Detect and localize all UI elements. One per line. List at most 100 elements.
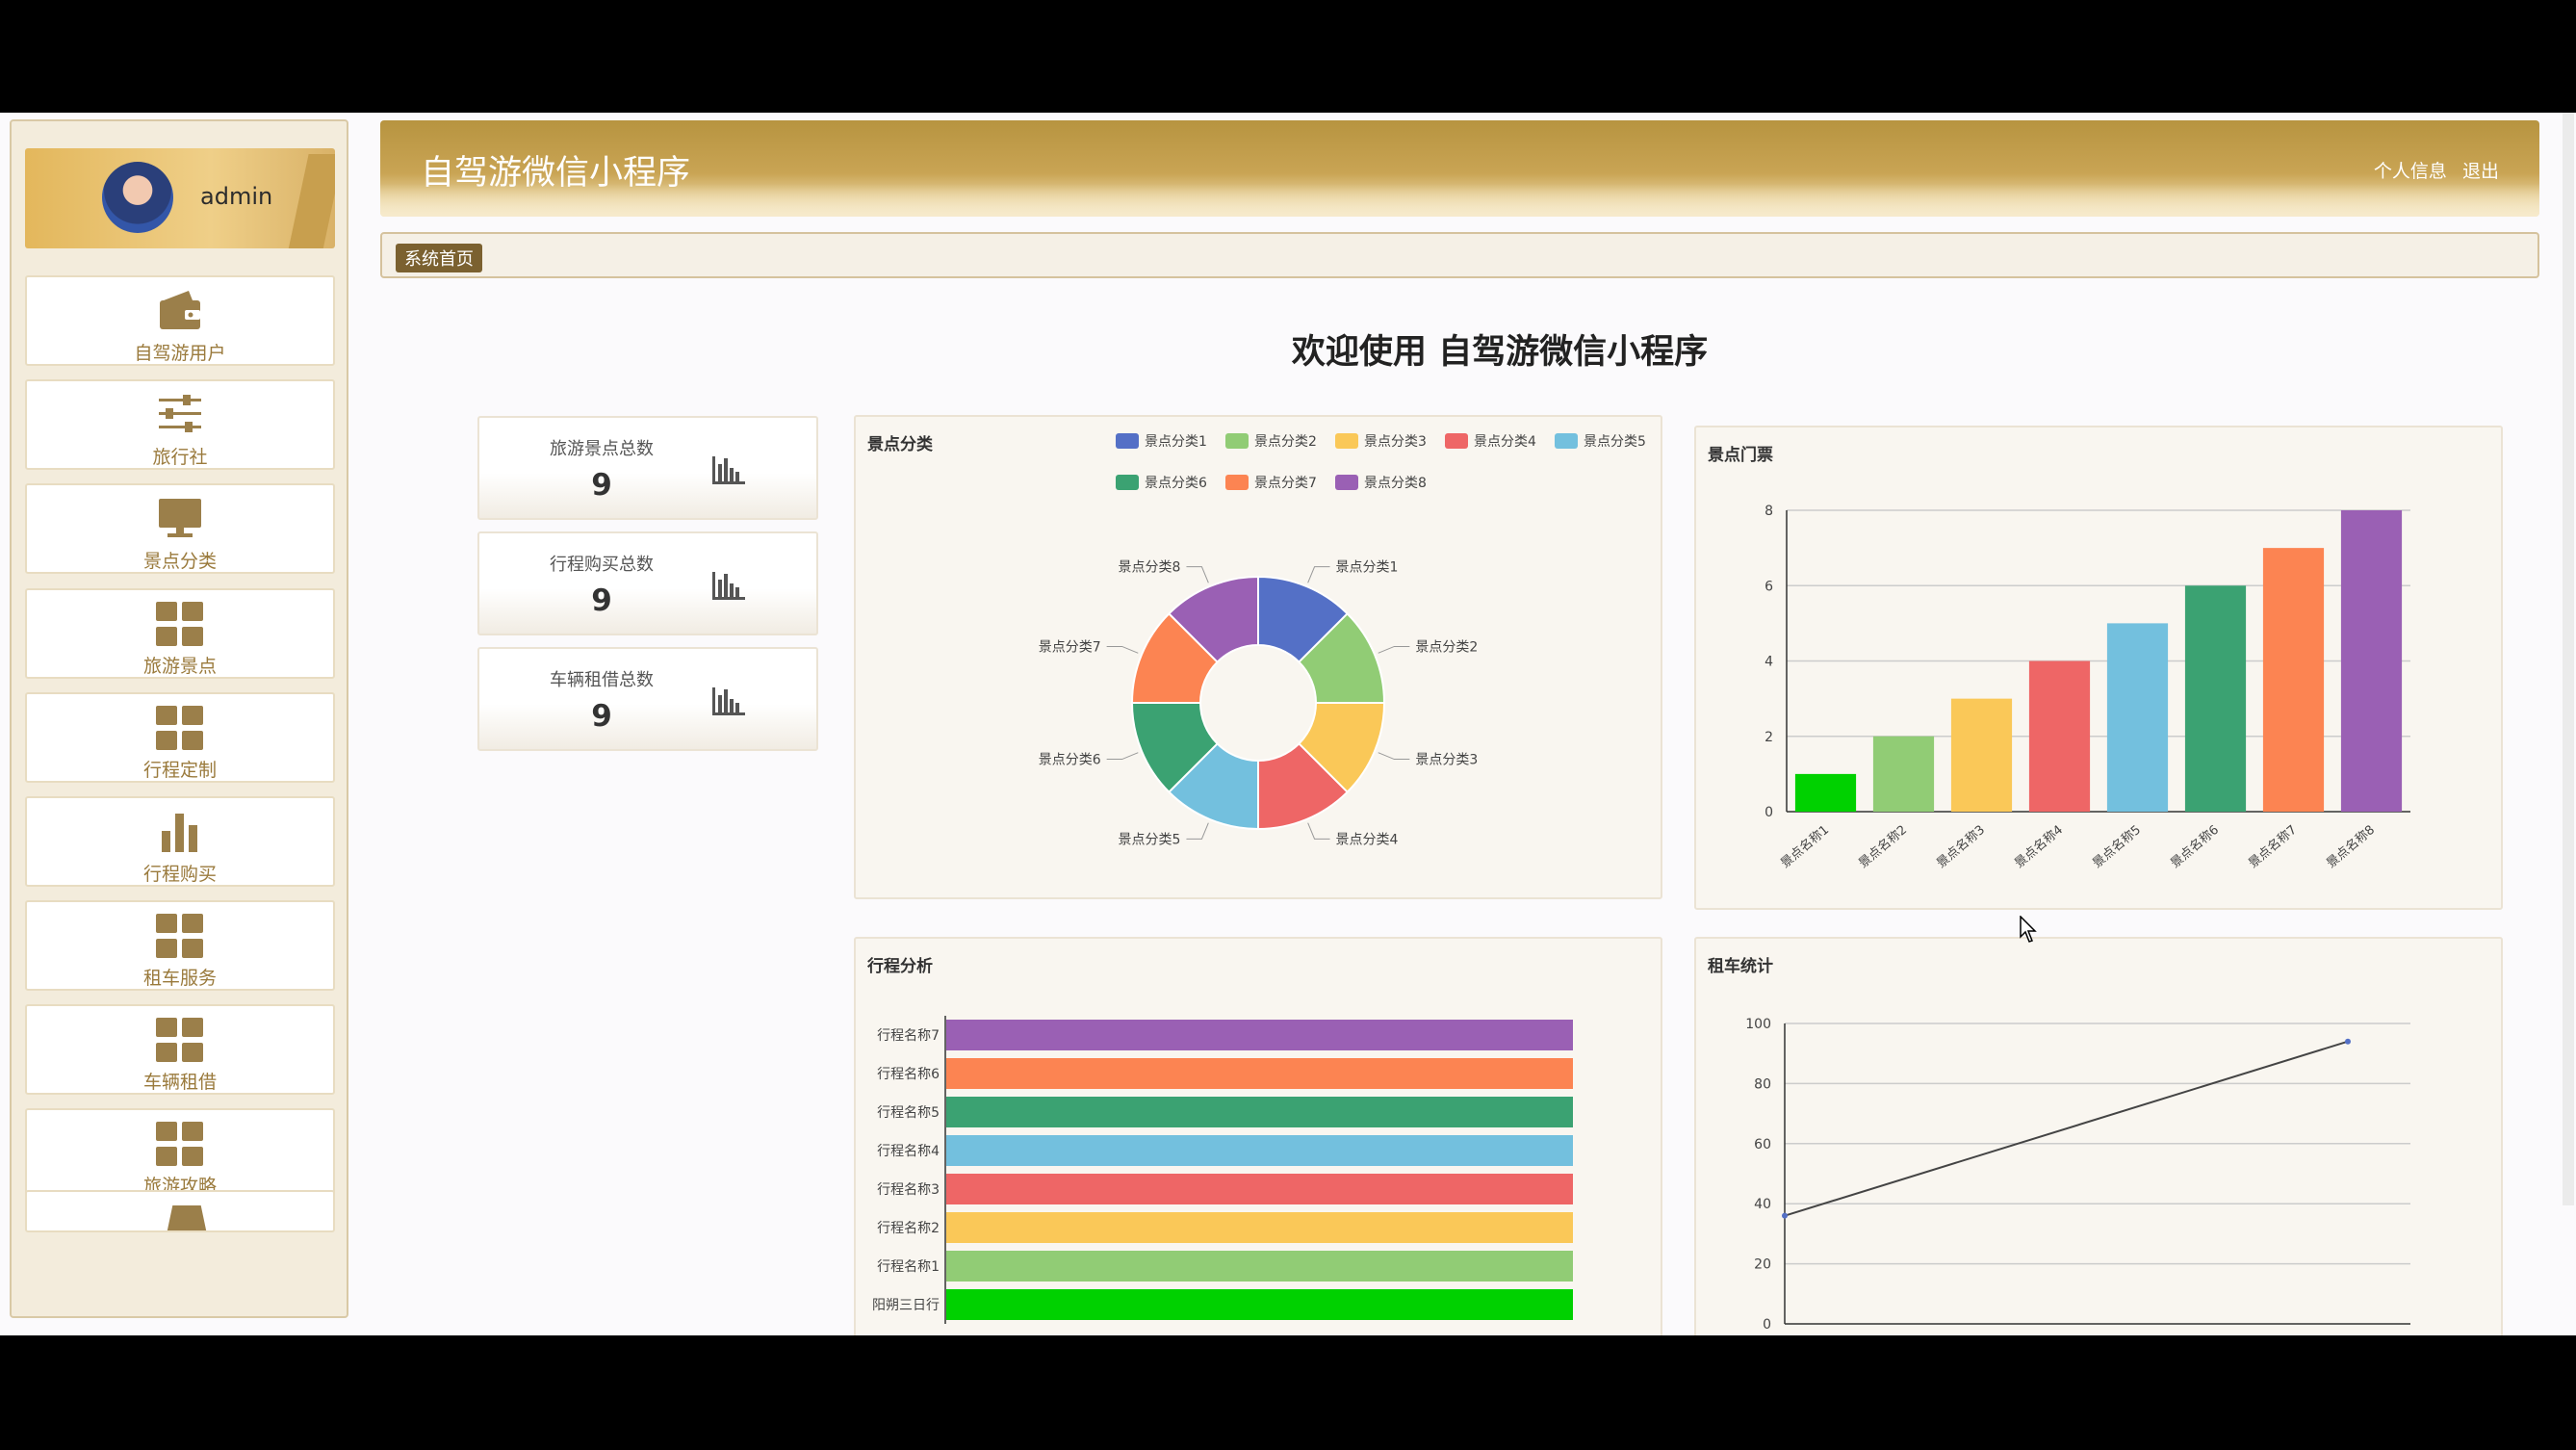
y-tick-label: 60: [1754, 1137, 1771, 1152]
pie-label: 景点分类3: [1415, 753, 1478, 768]
y-tick-label: 4: [1765, 655, 1773, 670]
chart-panel-trips: 行程分析 阳朔三日行 行程名称1 行程名称2 行程名称3 行程名称4 行程名称5 行程名称6…: [854, 937, 1662, 1335]
y-tick-label: 80: [1754, 1076, 1771, 1092]
breadcrumb-home[interactable]: 系统首页: [396, 244, 482, 272]
bar: [946, 1212, 1573, 1243]
bar: [946, 1174, 1573, 1204]
sliders-icon: [156, 393, 204, 437]
legend-swatch: [1225, 475, 1249, 490]
y-tick-label: 100: [1745, 1017, 1771, 1032]
welcome-title: 欢迎使用 自驾游微信小程序: [1291, 333, 1709, 372]
sidebar: admin 自驾游用户 旅行社 景点分类 旅游景点 行程定制 行程购买 租车服务 车辆租借 旅游…: [10, 119, 348, 1318]
legend-label: 景点分类1: [1145, 434, 1207, 450]
sidebar-item-2[interactable]: 旅行社: [25, 379, 335, 470]
y-tick-label: 8: [1765, 504, 1773, 519]
x-tick-label: 景点名称5: [2090, 822, 2144, 871]
stat-value: 9: [591, 468, 612, 503]
vertical-scrollbar[interactable]: [2563, 113, 2574, 1205]
bar: [946, 1251, 1573, 1282]
sidebar-item-5[interactable]: 行程定制: [25, 692, 335, 783]
bar-chart-icon: [156, 810, 204, 854]
avatar[interactable]: [102, 162, 173, 233]
y-tick-label: 行程名称6: [877, 1067, 940, 1082]
bar-chart: 0 2 4 6 8 景点名称1 景点名称2 景点名称3 景点名称4 景点名称5 景点名称6 景点名称7…: [1765, 504, 2410, 871]
sidebar-item-label: 景点分类: [142, 551, 217, 572]
user-card: admin: [25, 148, 335, 248]
y-tick-label: 行程名称3: [877, 1182, 940, 1198]
sidebar-item-label: 车辆租借: [142, 1072, 217, 1093]
legend-label: 景点分类5: [1584, 434, 1646, 450]
pie-label: 景点分类1: [1336, 560, 1399, 576]
pie-label: 景点分类2: [1415, 639, 1478, 655]
stat-title: 旅游景点总数: [550, 439, 654, 459]
sidebar-item-7[interactable]: 租车服务: [25, 900, 335, 991]
sidebar-item-label: 行程定制: [142, 760, 217, 781]
sidebar-item-label: 租车服务: [142, 968, 217, 989]
stat-value: 9: [591, 583, 612, 618]
y-tick-label: 阳朔三日行: [872, 1298, 940, 1313]
header-links: 个人信息 退出: [2364, 157, 2499, 183]
legend-swatch: [1225, 433, 1249, 449]
y-tick-label: 行程名称5: [877, 1105, 940, 1121]
y-tick-label: 6: [1765, 579, 1773, 594]
legend-label: 景点分类7: [1254, 476, 1317, 491]
bar: [946, 1135, 1573, 1166]
grid-icon: [156, 1018, 204, 1062]
y-tick-label: 行程名称7: [877, 1028, 940, 1044]
sidebar-item-partial[interactable]: [25, 1190, 335, 1232]
sidebar-item-label: 行程购买: [142, 864, 217, 885]
legend-swatch: [1116, 475, 1139, 490]
y-tick-label: 40: [1754, 1197, 1771, 1212]
x-tick-label: 景点名称3: [1934, 822, 1988, 871]
mouse-cursor-icon: [2020, 916, 2037, 943]
pie-chart: 景点分类1 景点分类2 景点分类3 景点分类4 景点分类5 景点分类6 景点分类7 景点分类8…: [1039, 433, 1646, 847]
series-line: [1784, 1040, 2349, 1217]
grid-icon: [156, 602, 204, 646]
bar: [1950, 698, 2013, 812]
sidebar-item-8[interactable]: 车辆租借: [25, 1004, 335, 1095]
app-screen: admin 自驾游用户 旅行社 景点分类 旅游景点 行程定制 行程购买 租车服务 车辆租借 旅游…: [0, 113, 2576, 1335]
sidebar-item-4[interactable]: 旅游景点: [25, 588, 335, 679]
bar-chart-icon: [712, 572, 745, 600]
line-chart: 0 20 40 60 80 100: [1745, 1017, 2410, 1333]
chart-panel-category: 景点分类 景点分类1 景点分类2 景点分类3 景点分类4 景点分类5 景点分类6 景点分类7…: [854, 415, 1662, 899]
sidebar-item-label: 旅行社: [152, 447, 208, 468]
bar: [2340, 510, 2403, 812]
pie-label-line: [1378, 645, 1410, 654]
breadcrumb-bar: 系统首页: [380, 232, 2539, 278]
username: admin: [200, 183, 273, 210]
x-tick-label: 景点名称1: [1778, 822, 1832, 871]
sidebar-item-label: 旅游景点: [142, 656, 217, 677]
header-banner: 自驾游微信小程序 个人信息 退出: [380, 120, 2539, 217]
bar-chart-icon: [712, 687, 745, 715]
pie-label: 景点分类4: [1336, 832, 1399, 847]
logout-link[interactable]: 退出: [2462, 161, 2499, 182]
horizontal-bar-chart: 阳朔三日行 行程名称1 行程名称2 行程名称3 行程名称4 行程名称5 行程名称6 行程名称7: [872, 1016, 1573, 1324]
y-tick-label: 行程名称4: [877, 1144, 940, 1159]
user-card-tab: [288, 154, 335, 248]
legend-label: 景点分类6: [1145, 476, 1207, 491]
grid-icon: [156, 706, 204, 750]
bar: [1794, 773, 1857, 812]
bar: [946, 1289, 1573, 1320]
x-tick-label: 景点名称7: [2246, 822, 2300, 871]
sidebar-item-6[interactable]: 行程购买: [25, 796, 335, 887]
bar: [2028, 660, 2091, 812]
sidebar-item-3[interactable]: 景点分类: [25, 483, 335, 574]
stat-card-attractions: 旅游景点总数 9: [477, 416, 818, 520]
y-tick-label: 20: [1754, 1257, 1771, 1273]
x-tick-label: 景点名称2: [1856, 822, 1910, 871]
grid-icon: [156, 1122, 204, 1166]
y-tick-label: 行程名称1: [877, 1259, 940, 1275]
sidebar-item-9[interactable]: 旅游攻略: [25, 1108, 335, 1199]
data-point: [1782, 1212, 1788, 1219]
profile-link[interactable]: 个人信息: [2374, 161, 2447, 182]
x-tick-label: 景点名称8: [2324, 822, 2378, 871]
bar: [2262, 548, 2325, 812]
x-tick-label: 景点名称6: [2168, 822, 2222, 871]
stat-card-trip-purchases: 行程购买总数 9: [477, 531, 818, 635]
pie-label: 景点分类6: [1039, 753, 1101, 768]
y-tick-label: 0: [1765, 805, 1773, 820]
bar: [2106, 623, 2169, 812]
app-title: 自驾游微信小程序: [421, 154, 691, 193]
